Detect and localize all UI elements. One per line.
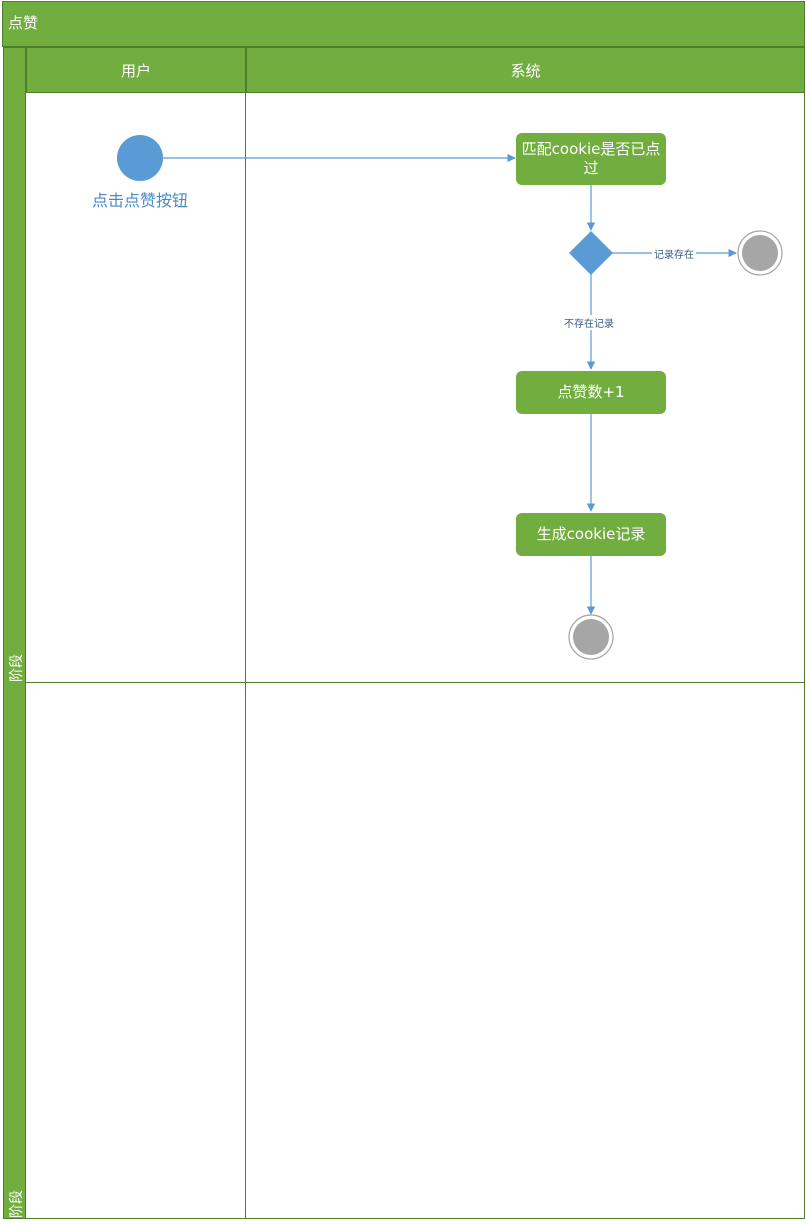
- activity-match-cookie: 匹配cookie是否已点过: [516, 133, 666, 185]
- activity-like-count-label: 点赞数+1: [557, 383, 625, 401]
- edge-label-record-exists: 记录存在: [652, 246, 696, 261]
- start-node: [117, 135, 163, 181]
- activity-like-count: 点赞数+1: [516, 371, 666, 414]
- edge-label-no-record: 不存在记录: [562, 315, 616, 330]
- activity-match-cookie-label: 匹配cookie是否已点过: [521, 140, 661, 177]
- end-node-final-inner: [573, 619, 609, 655]
- activity-generate-cookie: 生成cookie记录: [516, 513, 666, 556]
- decision-node: [569, 231, 613, 275]
- connectors-layer: [117, 135, 783, 660]
- activity-generate-cookie-label: 生成cookie记录: [536, 525, 646, 543]
- end-node-exists-inner: [742, 235, 778, 271]
- start-node-label: 点击点赞按钮: [92, 191, 189, 210]
